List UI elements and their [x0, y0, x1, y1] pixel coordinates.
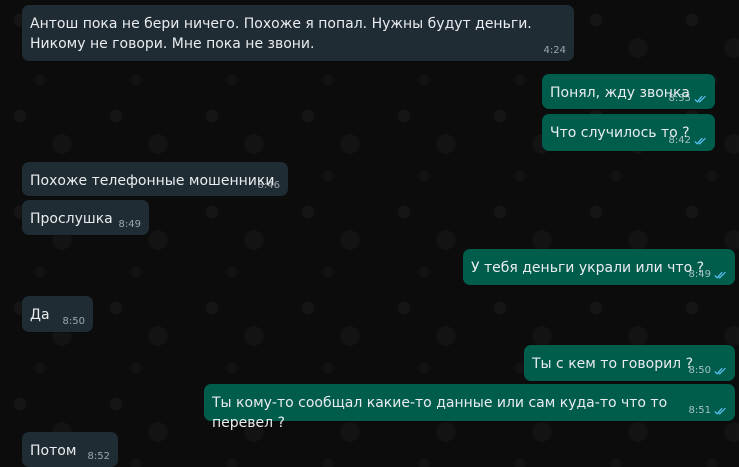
message-time: 8:50: [688, 365, 711, 376]
message-text: Ты кому-то сообщал какие-то данные или с…: [212, 395, 672, 431]
message-time: 8:42: [668, 135, 691, 146]
chat-message-list: Антош пока не бери ничего. Похоже я попа…: [0, 0, 739, 467]
message-bubble-incoming[interactable]: Антош пока не бери ничего. Похоже я попа…: [22, 5, 574, 61]
message-bubble-outgoing[interactable]: Что случилось то ? 8:42: [542, 114, 715, 151]
message-bubble-incoming[interactable]: Да 8:50: [22, 296, 93, 332]
message-meta: 8:52: [88, 451, 110, 463]
double-check-icon: [694, 136, 707, 146]
message-time: 4:24: [543, 45, 566, 56]
message-meta: 8:46: [258, 180, 280, 192]
message-time: 8:35: [668, 93, 691, 104]
message-meta: 8:50: [689, 365, 727, 377]
message-meta: 8:49: [119, 219, 141, 231]
message-text: Антош пока не бери ничего. Похоже я попа…: [30, 16, 537, 52]
message-time: 8:52: [87, 451, 110, 462]
message-meta: 8:50: [63, 316, 85, 328]
message-time: 8:49: [118, 219, 141, 230]
message-bubble-outgoing[interactable]: У тебя деньги украли или что ? 8:49: [463, 249, 735, 285]
message-time: 8:49: [688, 269, 711, 280]
message-bubble-incoming[interactable]: Похоже телефонные мошенники 8:46: [22, 162, 288, 196]
message-meta: 8:42: [669, 135, 707, 147]
double-check-icon: [714, 270, 727, 280]
message-time: 8:51: [688, 405, 711, 416]
message-meta: 8:35: [669, 93, 707, 105]
message-bubble-outgoing[interactable]: Ты с кем то говорил ? 8:50: [524, 345, 735, 381]
message-bubble-outgoing[interactable]: Ты кому-то сообщал какие-то данные или с…: [204, 384, 735, 431]
message-bubble-incoming[interactable]: Потом 8:52: [22, 432, 118, 467]
message-meta: 8:49: [689, 269, 727, 281]
double-check-icon: [714, 406, 727, 416]
double-check-icon: [694, 94, 707, 104]
message-time: 8:50: [62, 316, 85, 327]
message-bubble-incoming[interactable]: Прослушка 8:49: [22, 200, 149, 235]
message-meta: 4:24: [544, 45, 566, 57]
message-time: 8:46: [257, 180, 280, 191]
message-text: Похоже телефонные мошенники: [30, 173, 275, 189]
message-bubble-outgoing[interactable]: Понял, жду звонка 8:35: [542, 74, 715, 109]
double-check-icon: [714, 366, 727, 376]
message-meta: 8:51: [689, 405, 727, 417]
